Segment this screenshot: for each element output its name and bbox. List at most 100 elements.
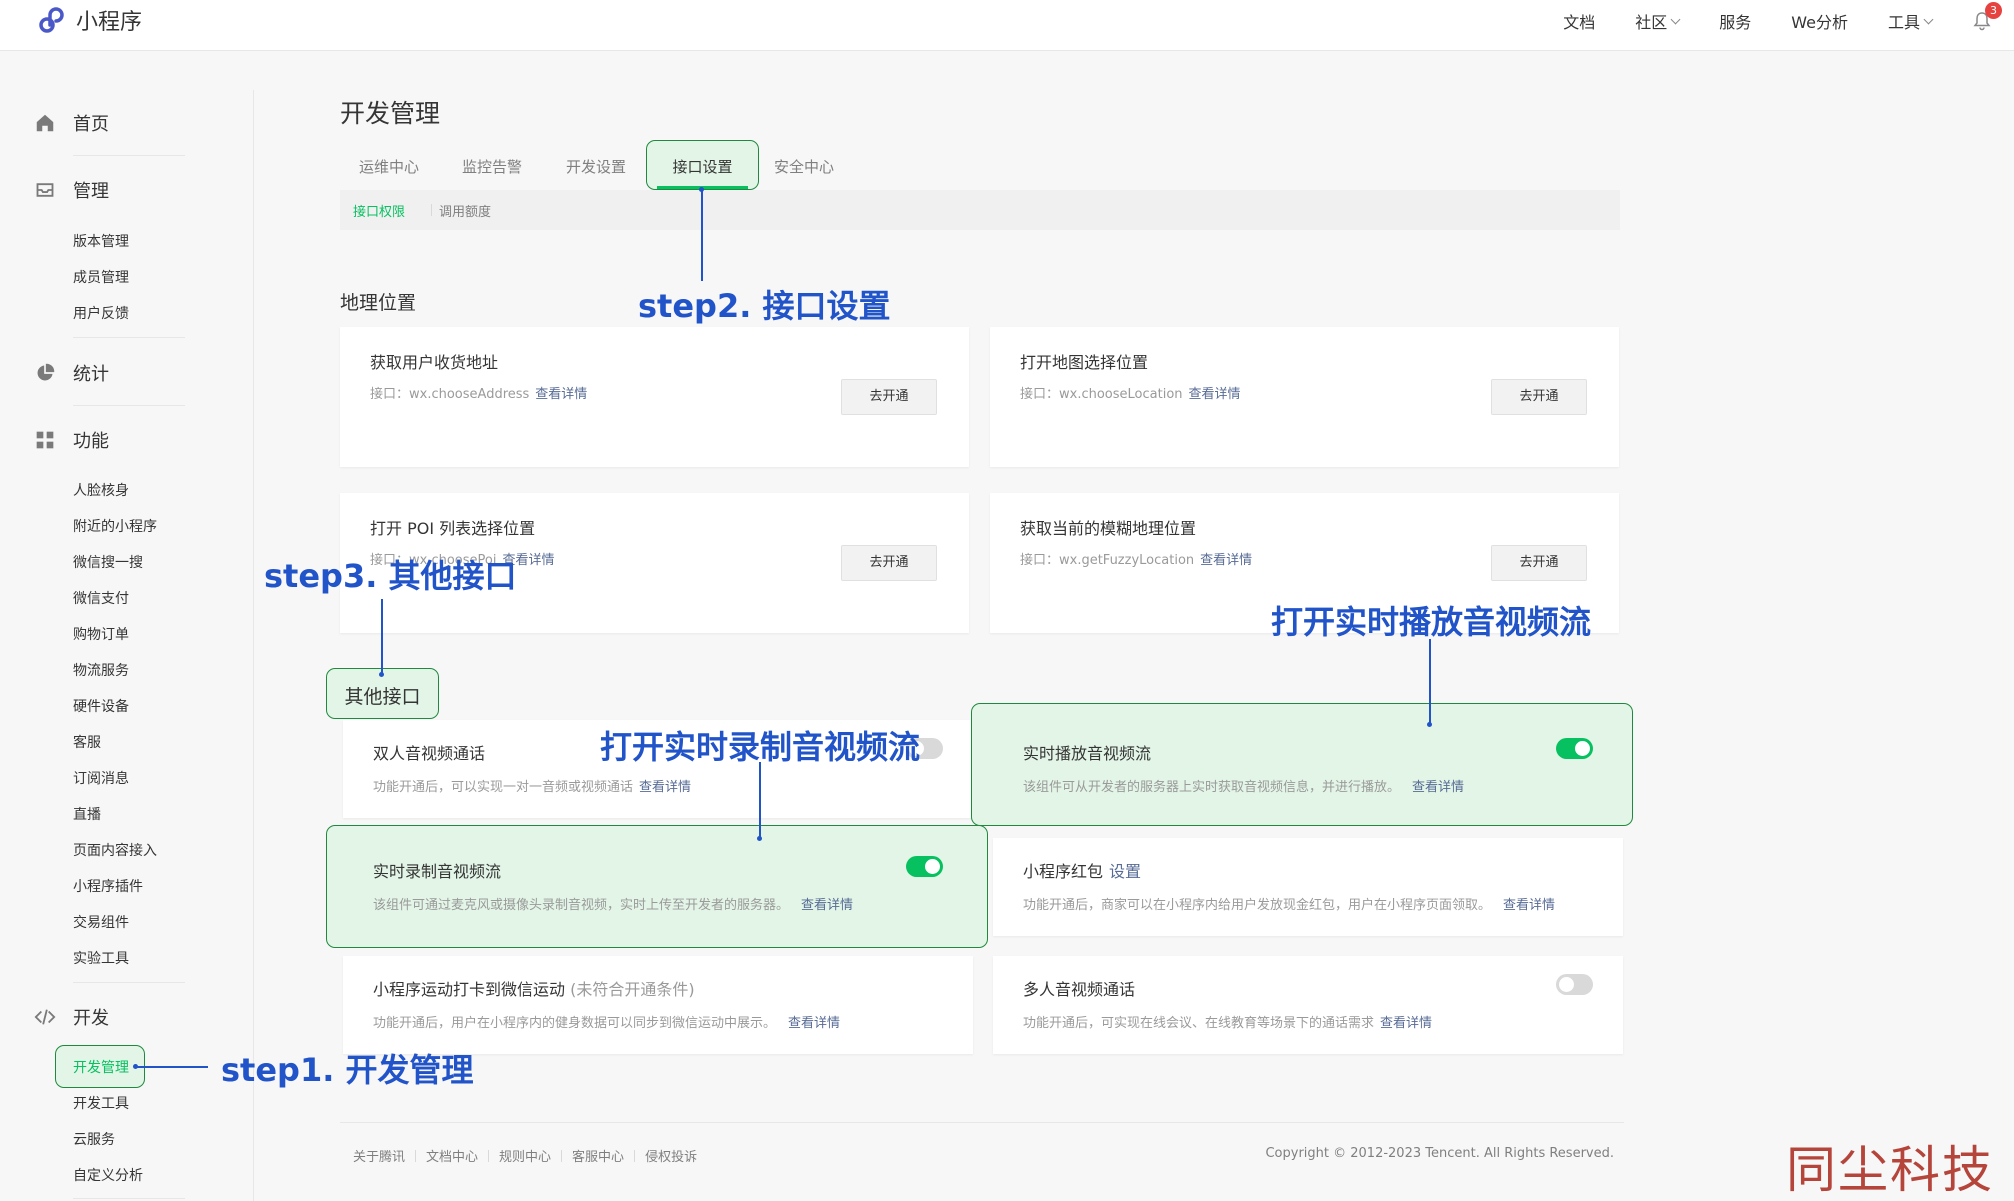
sidebar-item-home[interactable]: 首页	[32, 110, 109, 136]
sidebar-item-custom-analysis[interactable]: 自定义分析	[73, 1165, 143, 1185]
sidebar-item-stats[interactable]: 统计	[32, 360, 109, 386]
sidebar-item-orders[interactable]: 购物订单	[73, 624, 129, 644]
annotation-step2: step2. 接口设置	[638, 287, 891, 325]
details-link[interactable]: 查看详情	[1412, 780, 1464, 795]
page-title: 开发管理	[340, 99, 441, 128]
sidebar-item-search[interactable]: 微信搜一搜	[73, 552, 143, 572]
watermark: 同尘科技	[1786, 1141, 1994, 1199]
sidebar-item-pay[interactable]: 微信支付	[73, 588, 129, 608]
sidebar-item-nearby[interactable]: 附近的小程序	[73, 516, 157, 536]
footer-link-rules[interactable]: 规则中心	[499, 1146, 551, 1165]
sidebar-item-feedback[interactable]: 用户反馈	[73, 303, 129, 323]
tab-ops[interactable]: 运维中心	[359, 156, 419, 177]
card-title-text: 小程序运动打卡到微信运动	[373, 980, 566, 999]
details-link[interactable]: 查看详情	[639, 780, 691, 795]
feature-toggle[interactable]	[1556, 738, 1593, 759]
topnav-we-analysis[interactable]: We分析	[1791, 9, 1848, 33]
section-title-other-label: 其他接口	[344, 686, 421, 708]
miniprogram-logo-icon	[39, 7, 64, 33]
footer-link-docs[interactable]: 文档中心	[426, 1146, 478, 1165]
settings-link[interactable]: 设置	[1109, 862, 1141, 881]
enable-button[interactable]: 去开通	[1491, 545, 1587, 581]
feature-toggle[interactable]	[1556, 974, 1593, 995]
topnav-services[interactable]: 服务	[1719, 9, 1751, 33]
card-desc: 接口：wx.getFuzzyLocation 查看详情	[1020, 549, 1252, 568]
sidebar-item-plugins[interactable]: 小程序插件	[73, 876, 143, 896]
subtab-api-permission[interactable]: 接口权限	[353, 201, 405, 220]
annotation-line	[759, 762, 761, 838]
card-desc-text: 功能开通后，用户在小程序内的健身数据可以同步到微信运动中展示。	[373, 1016, 777, 1031]
notification-badge: 3	[1985, 2, 2002, 19]
sidebar-item-content[interactable]: 页面内容接入	[73, 840, 157, 860]
toggle-knob	[1575, 741, 1590, 756]
sidebar-item-customer-service[interactable]: 客服	[73, 732, 101, 752]
details-link[interactable]: 查看详情	[788, 1016, 840, 1031]
card-desc: 该组件可从开发者的服务器上实时获取音视频信息，并进行播放。 查看详情	[1023, 776, 1464, 795]
sidebar-item-version[interactable]: 版本管理	[73, 231, 129, 251]
chevron-down-icon	[1670, 14, 1681, 24]
enable-button[interactable]: 去开通	[841, 545, 937, 581]
feature-card: 实时录制音视频流 该组件可通过麦克风或摄像头录制音视频，实时上传至开发者的服务器…	[343, 838, 973, 936]
sidebar-features-label: 功能	[73, 431, 109, 452]
topnav-services-label: 服务	[1719, 13, 1752, 32]
enable-button[interactable]: 去开通	[841, 379, 937, 415]
top-nav: 文档 社区 服务 We分析 工具 3	[1563, 2, 2014, 34]
topnav-community[interactable]: 社区	[1635, 9, 1681, 33]
card-desc: 功能开通后，商家可以在小程序内给用户发放现金红包，用户在小程序页面领取。 查看详情	[1023, 894, 1555, 913]
sidebar-item-members[interactable]: 成员管理	[73, 267, 129, 287]
feature-toggle[interactable]	[906, 856, 943, 877]
details-link[interactable]: 查看详情	[1200, 553, 1252, 568]
logo[interactable]: 小程序	[36, 4, 142, 36]
topnav-docs[interactable]: 文档	[1563, 9, 1595, 33]
tab-security[interactable]: 安全中心	[774, 156, 834, 177]
sidebar-item-face-verify[interactable]: 人脸核身	[73, 480, 129, 500]
card-desc: 接口：wx.chooseLocation 查看详情	[1020, 383, 1241, 402]
notification-button[interactable]: 3	[1972, 2, 2002, 31]
tab-api-settings[interactable]: 接口设置	[646, 140, 759, 190]
details-link[interactable]: 查看详情	[535, 387, 587, 402]
sidebar-item-dev-manage[interactable]: 开发管理	[73, 1057, 129, 1077]
footer-link-about[interactable]: 关于腾讯	[353, 1146, 405, 1165]
card-desc: 该组件可通过麦克风或摄像头录制音视频，实时上传至开发者的服务器。 查看详情	[373, 894, 853, 913]
sidebar: 首页 管理 版本管理 成员管理 用户反馈 统计 功能 人脸核身 附近的小程序 微…	[0, 90, 254, 1201]
card-title: 实时播放音视频流	[1023, 744, 1152, 763]
divider	[488, 1149, 490, 1162]
sidebar-item-live[interactable]: 直播	[73, 804, 101, 824]
sidebar-item-logistics[interactable]: 物流服务	[73, 660, 129, 680]
sidebar-home-label: 首页	[73, 114, 109, 135]
card-desc: 功能开通后，用户在小程序内的健身数据可以同步到微信运动中展示。 查看详情	[373, 1012, 840, 1031]
tab-dev-settings[interactable]: 开发设置	[566, 156, 626, 177]
annotation-step3: step3. 其他接口	[264, 557, 517, 595]
sidebar-item-dev[interactable]: 开发	[32, 1004, 109, 1030]
sidebar-item-cloud[interactable]: 云服务	[73, 1129, 115, 1149]
sidebar-item-subscribe[interactable]: 订阅消息	[73, 768, 129, 788]
details-link[interactable]: 查看详情	[801, 898, 853, 913]
footer-link-support[interactable]: 客服中心	[572, 1146, 624, 1165]
subtab-quota[interactable]: 调用额度	[439, 201, 491, 220]
sidebar-item-dev-tools[interactable]: 开发工具	[73, 1093, 129, 1113]
card-title: 小程序运动打卡到微信运动 (未符合开通条件)	[373, 976, 695, 1000]
sidebar-item-manage[interactable]: 管理	[32, 177, 109, 203]
card-desc: 功能开通后，可实现在线会议、在线教育等场景下的通话需求 查看详情	[1023, 1012, 1432, 1031]
tab-api-settings-label: 接口设置	[672, 158, 733, 176]
card-title: 实时录制音视频流	[373, 862, 502, 881]
subtab-bar: 接口权限 调用额度	[340, 190, 1620, 230]
card-desc-text: 接口：wx.getFuzzyLocation	[1020, 553, 1195, 568]
sidebar-item-lab[interactable]: 实验工具	[73, 948, 129, 968]
details-link[interactable]: 查看详情	[1189, 387, 1241, 402]
divider	[73, 155, 185, 156]
details-link[interactable]: 查看详情	[1380, 1016, 1432, 1031]
feature-card: 小程序红包 设置 功能开通后，商家可以在小程序内给用户发放现金红包，用户在小程序页…	[993, 838, 1623, 936]
topnav-tools-label: 工具	[1887, 13, 1920, 32]
card-title: 获取用户收货地址	[370, 353, 499, 372]
annotation-line	[1429, 639, 1431, 724]
footer-link-complaint[interactable]: 侵权投诉	[645, 1146, 697, 1165]
tab-monitor[interactable]: 监控告警	[462, 156, 522, 177]
topnav-tools[interactable]: 工具	[1887, 9, 1934, 33]
enable-button[interactable]: 去开通	[1491, 379, 1587, 415]
sidebar-item-trade[interactable]: 交易组件	[73, 912, 129, 932]
sidebar-item-features[interactable]: 功能	[32, 427, 109, 453]
details-link[interactable]: 查看详情	[1503, 898, 1555, 913]
annotation-play-stream: 打开实时播放音视频流	[1271, 603, 1592, 641]
sidebar-item-hardware[interactable]: 硬件设备	[73, 696, 129, 716]
